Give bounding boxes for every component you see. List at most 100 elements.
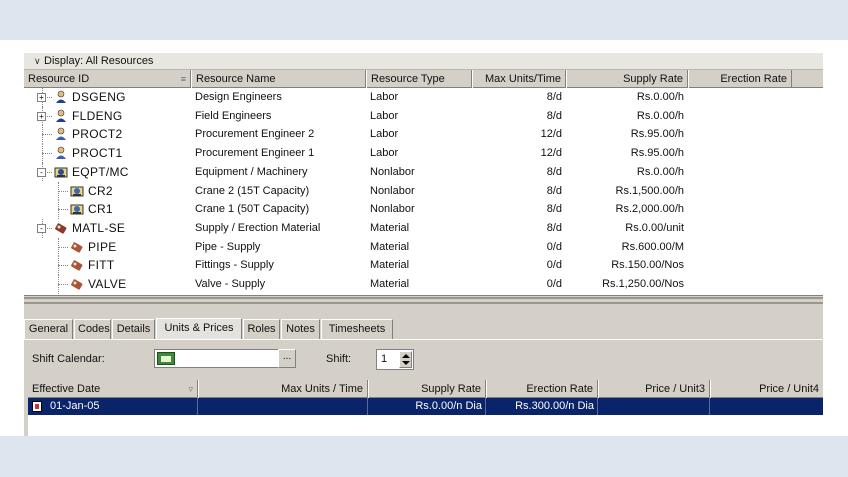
resource-max-units[interactable]: 8/d bbox=[472, 182, 566, 201]
tab-roles[interactable]: Roles bbox=[243, 319, 280, 339]
expand-icon[interactable]: + bbox=[37, 93, 46, 102]
select-calendar-button[interactable]: ... bbox=[278, 349, 296, 368]
resource-id[interactable]: CR2 bbox=[88, 184, 113, 198]
resource-supply-rate[interactable]: Rs.0.00/h bbox=[566, 88, 688, 107]
resource-row[interactable]: VALVE Valve - Supply Material 0/d Rs.1,250.0… bbox=[24, 275, 823, 294]
tab-notes[interactable]: Notes bbox=[281, 319, 320, 339]
price-unit3[interactable] bbox=[598, 398, 710, 415]
price-supply-rate[interactable]: Rs.0.00/n Dia bbox=[368, 398, 486, 415]
column-header-effective-date[interactable]: Effective Date ▿ bbox=[28, 380, 198, 398]
resource-name[interactable]: Field Engineers bbox=[195, 107, 365, 126]
resource-supply-rate[interactable]: Rs.2,000.00/h bbox=[566, 200, 688, 219]
resource-name[interactable]: Crane 2 (15T Capacity) bbox=[195, 182, 365, 201]
shift-spinner[interactable]: 1 bbox=[376, 349, 414, 370]
resource-id[interactable]: PROCT1 bbox=[72, 146, 122, 160]
resource-row[interactable]: CR2 Crane 2 (15T Capacity) Nonlabor 8/d Rs.1… bbox=[24, 181, 823, 201]
resource-name[interactable]: Supply / Erection Material bbox=[195, 219, 365, 238]
resource-id[interactable]: MATL-SE bbox=[72, 221, 125, 235]
resource-type[interactable]: Labor bbox=[370, 107, 470, 126]
filter-icon[interactable]: ≡ bbox=[181, 70, 186, 88]
price-unit4[interactable] bbox=[710, 398, 823, 415]
tab-details[interactable]: Details bbox=[112, 319, 155, 339]
resource-max-units[interactable]: 8/d bbox=[472, 88, 566, 107]
resource-row[interactable]: PIPE Pipe - Supply Material 0/d Rs.600.00/M bbox=[24, 237, 823, 257]
resource-name[interactable]: Equipment / Machinery bbox=[195, 163, 365, 182]
resource-supply-rate[interactable]: Rs.95.00/h bbox=[566, 144, 688, 163]
resource-supply-rate[interactable]: Rs.1,500.00/h bbox=[566, 182, 688, 201]
column-header-price-erection-rate[interactable]: Erection Rate bbox=[486, 380, 598, 398]
sort-icon[interactable]: ▿ bbox=[188, 380, 193, 398]
spin-down-icon[interactable] bbox=[402, 361, 410, 365]
resource-supply-rate[interactable]: Rs.150.00/Nos bbox=[566, 256, 688, 275]
resource-id[interactable]: PIPE bbox=[88, 240, 117, 254]
resource-supply-rate[interactable]: Rs.1,250.00/Nos bbox=[566, 275, 688, 294]
column-header-resource-name[interactable]: Resource Name bbox=[191, 70, 366, 88]
resource-row[interactable]: - EQPT/MC Equipment / Machinery Nonlabor 8/d… bbox=[24, 162, 823, 182]
resource-id[interactable]: EQPT/MC bbox=[72, 165, 129, 179]
column-header-max-units-time[interactable]: Max Units / Time bbox=[198, 380, 368, 398]
tab-units-prices[interactable]: Units & Prices bbox=[156, 318, 242, 340]
column-header-price-unit3[interactable]: Price / Unit3 bbox=[598, 380, 710, 398]
resource-type[interactable]: Labor bbox=[370, 88, 470, 107]
column-header-resource-type[interactable]: Resource Type bbox=[366, 70, 472, 88]
resource-id[interactable]: VALVE bbox=[88, 277, 126, 291]
resource-row[interactable]: CR1 Crane 1 (50T Capacity) Nonlabor 8/d Rs.2… bbox=[24, 200, 823, 219]
resource-row[interactable]: PROCT2 Procurement Engineer 2 Labor 12/d Rs.… bbox=[24, 125, 823, 145]
price-row[interactable]: 01-Jan-05 Rs.0.00/n Dia Rs.300.00/n Dia bbox=[28, 398, 823, 415]
resource-row[interactable]: + DSGENG Design Engineers Labor 8/d Rs.0.00/h bbox=[24, 88, 823, 107]
column-header-max-units[interactable]: Max Units/Time bbox=[472, 70, 566, 88]
column-header-price-supply-rate[interactable]: Supply Rate bbox=[368, 380, 486, 398]
resource-supply-rate[interactable]: Rs.95.00/h bbox=[566, 125, 688, 144]
resource-id[interactable]: DSGENG bbox=[72, 90, 126, 104]
resource-name[interactable]: Design Engineers bbox=[195, 88, 365, 107]
resource-max-units[interactable]: 8/d bbox=[472, 219, 566, 238]
column-header-price-unit4[interactable]: Price / Unit4 bbox=[710, 380, 823, 398]
column-header-resource-id[interactable]: Resource ID ≡ bbox=[24, 70, 191, 88]
resource-id[interactable]: CR1 bbox=[88, 202, 113, 216]
resource-type[interactable]: Material bbox=[370, 256, 470, 275]
resource-max-units[interactable]: 0/d bbox=[472, 256, 566, 275]
expand-icon[interactable]: + bbox=[37, 111, 46, 121]
resource-name[interactable]: Fittings - Supply bbox=[195, 256, 365, 275]
resource-type[interactable]: Nonlabor bbox=[370, 163, 470, 182]
collapse-icon[interactable]: - bbox=[37, 223, 46, 233]
column-header-erection-rate[interactable]: Erection Rate bbox=[688, 70, 792, 88]
resource-name[interactable]: Procurement Engineer 2 bbox=[195, 125, 365, 144]
resource-supply-rate[interactable]: Rs.0.00/unit bbox=[566, 219, 688, 238]
resource-name[interactable]: Crane 1 (50T Capacity) bbox=[195, 200, 365, 219]
resource-id[interactable]: FITT bbox=[88, 258, 115, 272]
resource-id[interactable]: FLDENG bbox=[72, 109, 122, 123]
resource-max-units[interactable]: 12/d bbox=[472, 125, 566, 144]
resource-type[interactable]: Nonlabor bbox=[370, 182, 470, 201]
display-filter-bar[interactable]: ∨ Display: All Resources bbox=[24, 53, 823, 70]
resource-type[interactable]: Labor bbox=[370, 125, 470, 144]
chevron-down-icon[interactable]: ∨ bbox=[34, 53, 42, 70]
spinner-buttons[interactable] bbox=[399, 351, 412, 368]
resource-name[interactable]: Pipe - Supply bbox=[195, 238, 365, 257]
resource-name[interactable]: Valve - Supply bbox=[195, 275, 365, 294]
price-effective-date[interactable]: 01-Jan-05 bbox=[48, 398, 198, 415]
spin-up-icon[interactable] bbox=[402, 354, 410, 358]
resource-max-units[interactable]: 12/d bbox=[472, 144, 566, 163]
collapse-icon[interactable]: - bbox=[37, 167, 46, 177]
price-erection-rate[interactable]: Rs.300.00/n Dia bbox=[486, 398, 598, 415]
resource-supply-rate[interactable]: Rs.600.00/M bbox=[566, 238, 688, 257]
resource-supply-rate[interactable]: Rs.0.00/h bbox=[566, 107, 688, 126]
resource-row[interactable]: - MATL-SE Supply / Erection Material Materi… bbox=[24, 218, 823, 238]
tab-timesheets[interactable]: Timesheets bbox=[321, 319, 393, 339]
resource-row[interactable]: + FLDENG Field Engineers Labor 8/d Rs.0.00/h bbox=[24, 106, 823, 126]
tab-codes[interactable]: Codes bbox=[74, 319, 111, 339]
resource-max-units[interactable]: 8/d bbox=[472, 200, 566, 219]
resource-supply-rate[interactable]: Rs.0.00/h bbox=[566, 163, 688, 182]
price-max-units-time[interactable] bbox=[198, 398, 368, 415]
resource-type[interactable]: Nonlabor bbox=[370, 200, 470, 219]
resource-max-units[interactable]: 8/d bbox=[472, 163, 566, 182]
resource-type[interactable]: Material bbox=[370, 238, 470, 257]
resource-type[interactable]: Material bbox=[370, 219, 470, 238]
resource-max-units[interactable]: 8/d bbox=[472, 107, 566, 126]
resource-type[interactable]: Labor bbox=[370, 144, 470, 163]
resource-row[interactable]: FITT Fittings - Supply Material 0/d Rs.150.0… bbox=[24, 256, 823, 275]
column-header-supply-rate[interactable]: Supply Rate bbox=[566, 70, 688, 88]
resource-max-units[interactable]: 0/d bbox=[472, 275, 566, 294]
pane-splitter[interactable] bbox=[24, 295, 823, 309]
